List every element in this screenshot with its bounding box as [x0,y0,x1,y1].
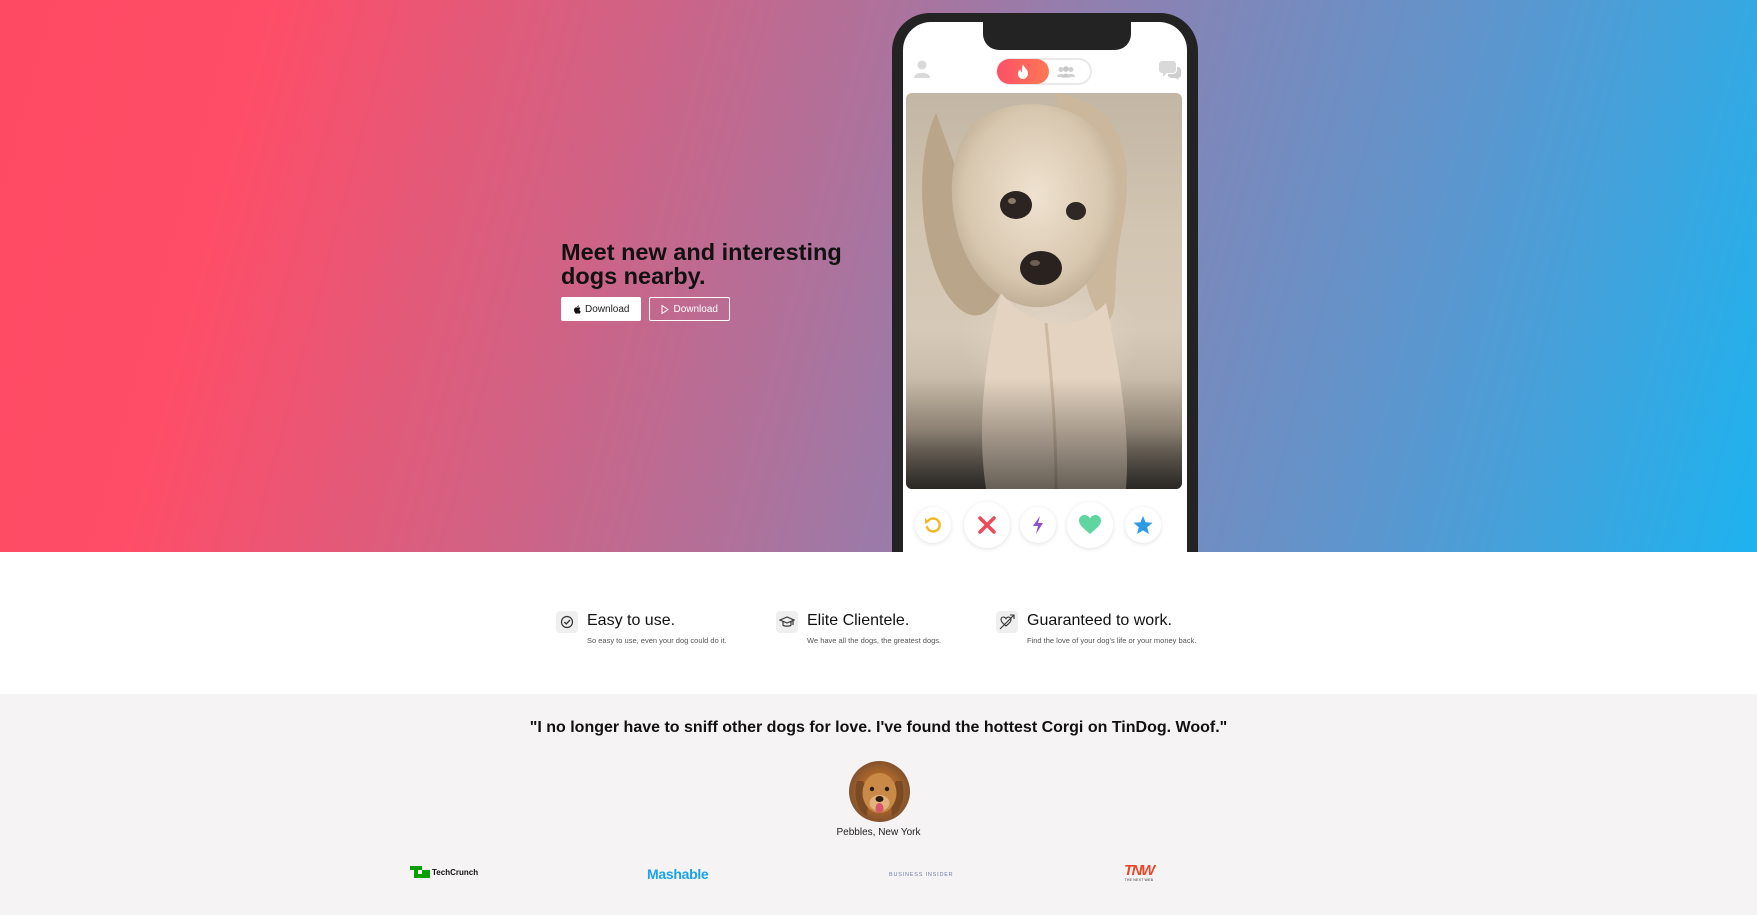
apple-icon [574,304,581,314]
check-circle-icon [556,611,578,633]
group-icon [1057,66,1075,78]
flame-icon [1018,64,1028,79]
feature-title: Easy to use. [587,612,676,629]
heart-arrow-icon [996,611,1018,633]
phone-mockup [892,13,1198,552]
tnw-subtext: THE NEXT WEB [1124,878,1154,882]
chat-icon[interactable] [1158,59,1182,81]
apple-download-button[interactable]: Download [561,297,642,321]
business-insider-text: BUSINESS INSIDER [889,872,954,878]
testimonial-section: "I no longer have to sniff other dogs fo… [0,694,1757,915]
avatar [849,761,910,822]
like-icon [1079,515,1101,534]
nope-button[interactable] [964,502,1010,548]
super-like-icon [1133,515,1153,534]
boost-icon [1033,516,1043,534]
mashable-text: Mashable [647,866,709,882]
action-buttons-row [903,500,1187,548]
profile-photo-card[interactable] [906,93,1182,489]
feature-title: Guaranteed to work. [1027,612,1172,629]
flame-tab[interactable] [997,59,1049,84]
phone-screen [903,22,1187,552]
boost-button[interactable] [1020,507,1056,543]
mashable-logo: Mashable [647,866,709,882]
graduation-cap-icon [776,611,798,633]
techcrunch-text: TechCrunch [432,867,479,877]
techcrunch-mark [410,866,430,878]
phone-notch [983,22,1131,50]
super-like-button[interactable] [1125,507,1161,543]
rewind-button[interactable] [915,507,951,543]
testimonial-author: Pebbles, New York [836,827,921,838]
feature-description: We have all the dogs, the greatest dogs. [807,636,942,645]
hero-section: Meet new and interesting dogs nearby. Do… [0,0,1757,552]
mode-toggle[interactable] [996,58,1092,85]
apple-download-label: Download [585,303,630,315]
like-button[interactable] [1067,502,1113,548]
nope-icon [978,516,996,534]
hero-text-block: Meet new and interesting dogs nearby. Do… [561,240,881,321]
hero-title: Meet new and interesting dogs nearby. [561,239,842,289]
tnw-text: TNW [1124,862,1155,879]
features-section: Easy to use. So easy to use, even your d… [0,552,1757,694]
google-play-download-label: Download [673,303,718,315]
rewind-icon [925,517,941,533]
techcrunch-logo: TechCrunch [410,866,478,878]
feature-description: So easy to use, even your dog could do i… [587,636,727,645]
google-play-icon [661,304,670,314]
dog-photo [906,93,1182,489]
feature-description: Find the love of your dog's life or your… [1027,636,1197,645]
user-icon[interactable] [913,59,931,79]
google-play-download-button[interactable]: Download [649,297,730,321]
group-tab[interactable] [1048,62,1084,82]
business-insider-logo: BUSINESS INSIDER [889,872,953,878]
download-buttons: Download Download [561,297,881,321]
golden-retriever-photo [855,773,904,816]
tnw-logo: TNW THE NEXT WEB [1124,862,1155,882]
feature-title: Elite Clientele. [807,612,910,629]
testimonial-quote: "I no longer have to sniff other dogs fo… [529,719,1228,736]
